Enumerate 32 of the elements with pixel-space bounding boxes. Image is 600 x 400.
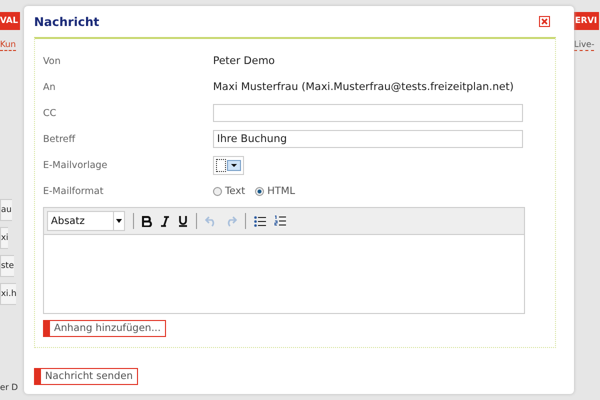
bold-icon[interactable] — [142, 216, 152, 226]
field-label: Von — [43, 56, 62, 66]
nav-link[interactable]: Kun — [0, 40, 16, 51]
field-label: An — [43, 82, 57, 92]
list-item[interactable]: xi — [0, 227, 8, 249]
close-icon[interactable] — [539, 16, 550, 27]
format-dropdown[interactable]: Absatz — [47, 211, 125, 231]
add-attachment-button[interactable]: Anhang hinzufügen... — [43, 320, 166, 337]
banner: ERVI — [574, 12, 600, 30]
author-text: er D — [0, 383, 18, 393]
field-label: CC — [43, 108, 58, 118]
dropdown-arrow-icon[interactable] — [116, 219, 122, 223]
numbered-list-icon[interactable] — [274, 215, 286, 227]
bullet-list-icon[interactable] — [254, 216, 266, 226]
italic-icon[interactable] — [160, 216, 170, 226]
list-item[interactable]: ste — [0, 255, 14, 277]
dialog-title: Nachricht — [34, 14, 100, 28]
list-item[interactable]: au — [0, 199, 12, 221]
list-item[interactable]: xi.h — [0, 283, 16, 305]
field-label: E-Mailformat — [43, 186, 104, 196]
radio-option[interactable]: Text — [213, 186, 246, 196]
field-label: Betreff — [43, 134, 76, 144]
input-field[interactable]: Ihre Buchung — [213, 130, 523, 148]
template-dropdown[interactable] — [213, 156, 244, 174]
radio-option[interactable]: HTML — [255, 186, 296, 196]
send-message-button[interactable]: Nachricht senden — [34, 368, 138, 385]
input-field[interactable] — [213, 104, 523, 122]
banner: VAL — [0, 12, 20, 30]
field-label: E-Mailvorlage — [43, 160, 108, 170]
field-value: Peter Demo — [213, 55, 275, 67]
underline-icon[interactable] — [178, 215, 188, 227]
field-value: Maxi Musterfrau (Maxi.Musterfrau@tests.freizeitplan.net) — [213, 81, 514, 93]
